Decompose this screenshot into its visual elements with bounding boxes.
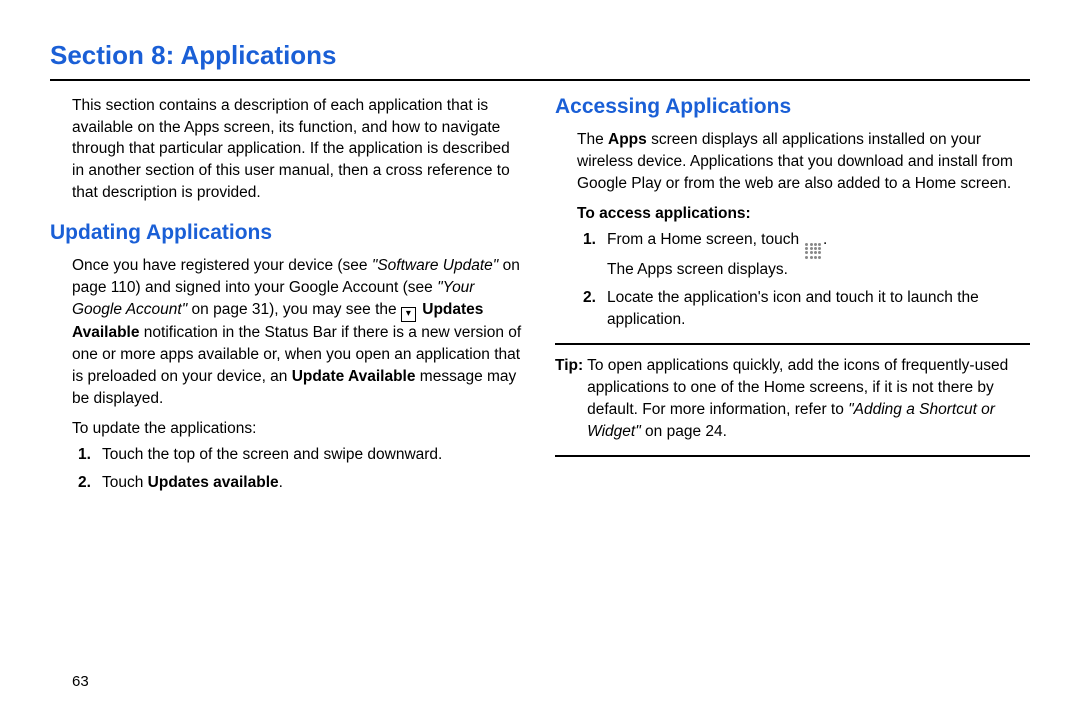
left-column: This section contains a description of e… (50, 95, 525, 500)
accessing-paragraph: The Apps screen displays all application… (555, 129, 1030, 195)
step-number: 1. (583, 229, 607, 281)
step-text: Locate the application's icon and touch … (607, 287, 1030, 331)
to-update-label: To update the applications: (50, 420, 525, 438)
step-text: Touch the top of the screen and swipe do… (102, 444, 525, 466)
tip-text: To open applications quickly, add the ic… (587, 355, 1030, 443)
apps-bold: Apps (608, 131, 647, 148)
list-item: 2. Locate the application's icon and tou… (555, 287, 1030, 331)
to-access-label: To access applications: (555, 205, 1030, 223)
updates-available-icon: ▾ (401, 307, 416, 322)
page-number: 63 (72, 673, 89, 690)
intro-paragraph: This section contains a description of e… (50, 95, 525, 203)
updating-paragraph: Once you have registered your device (se… (50, 255, 525, 410)
tip-box: Tip: To open applications quickly, add t… (555, 343, 1030, 457)
text-fragment: on page 31), you may see the (187, 301, 401, 318)
right-column: Accessing Applications The Apps screen d… (555, 95, 1030, 500)
update-available-label: Update Available (292, 368, 416, 385)
list-item: 1. Touch the top of the screen and swipe… (50, 444, 525, 466)
step-text: Touch Updates available. (102, 472, 525, 494)
section-title: Section 8: Applications (50, 40, 1030, 71)
title-divider (50, 79, 1030, 81)
step-number: 2. (78, 472, 102, 494)
text-fragment: From a Home screen, touch (607, 231, 803, 248)
step-text: From a Home screen, touch . The Apps scr… (607, 229, 1030, 281)
updating-heading: Updating Applications (50, 221, 525, 245)
xref-software-update: "Software Update" (372, 257, 498, 274)
accessing-heading: Accessing Applications (555, 95, 1030, 119)
text-fragment: . (279, 474, 283, 491)
list-item: 2. Touch Updates available. (50, 472, 525, 494)
updates-available-action: Updates available (148, 474, 279, 491)
step-number: 2. (583, 287, 607, 331)
step-number: 1. (78, 444, 102, 466)
text-fragment: on page 24. (641, 423, 727, 440)
apps-grid-icon (805, 243, 821, 259)
text-fragment: The Apps screen displays. (607, 261, 788, 278)
content-columns: This section contains a description of e… (50, 95, 1030, 500)
text-fragment: Once you have registered your device (se… (72, 257, 372, 274)
text-fragment: . (823, 231, 827, 248)
text-fragment: Touch (102, 474, 148, 491)
tip-label: Tip: (555, 355, 587, 443)
text-fragment: The (577, 131, 608, 148)
list-item: 1. From a Home screen, touch . The Apps … (555, 229, 1030, 281)
